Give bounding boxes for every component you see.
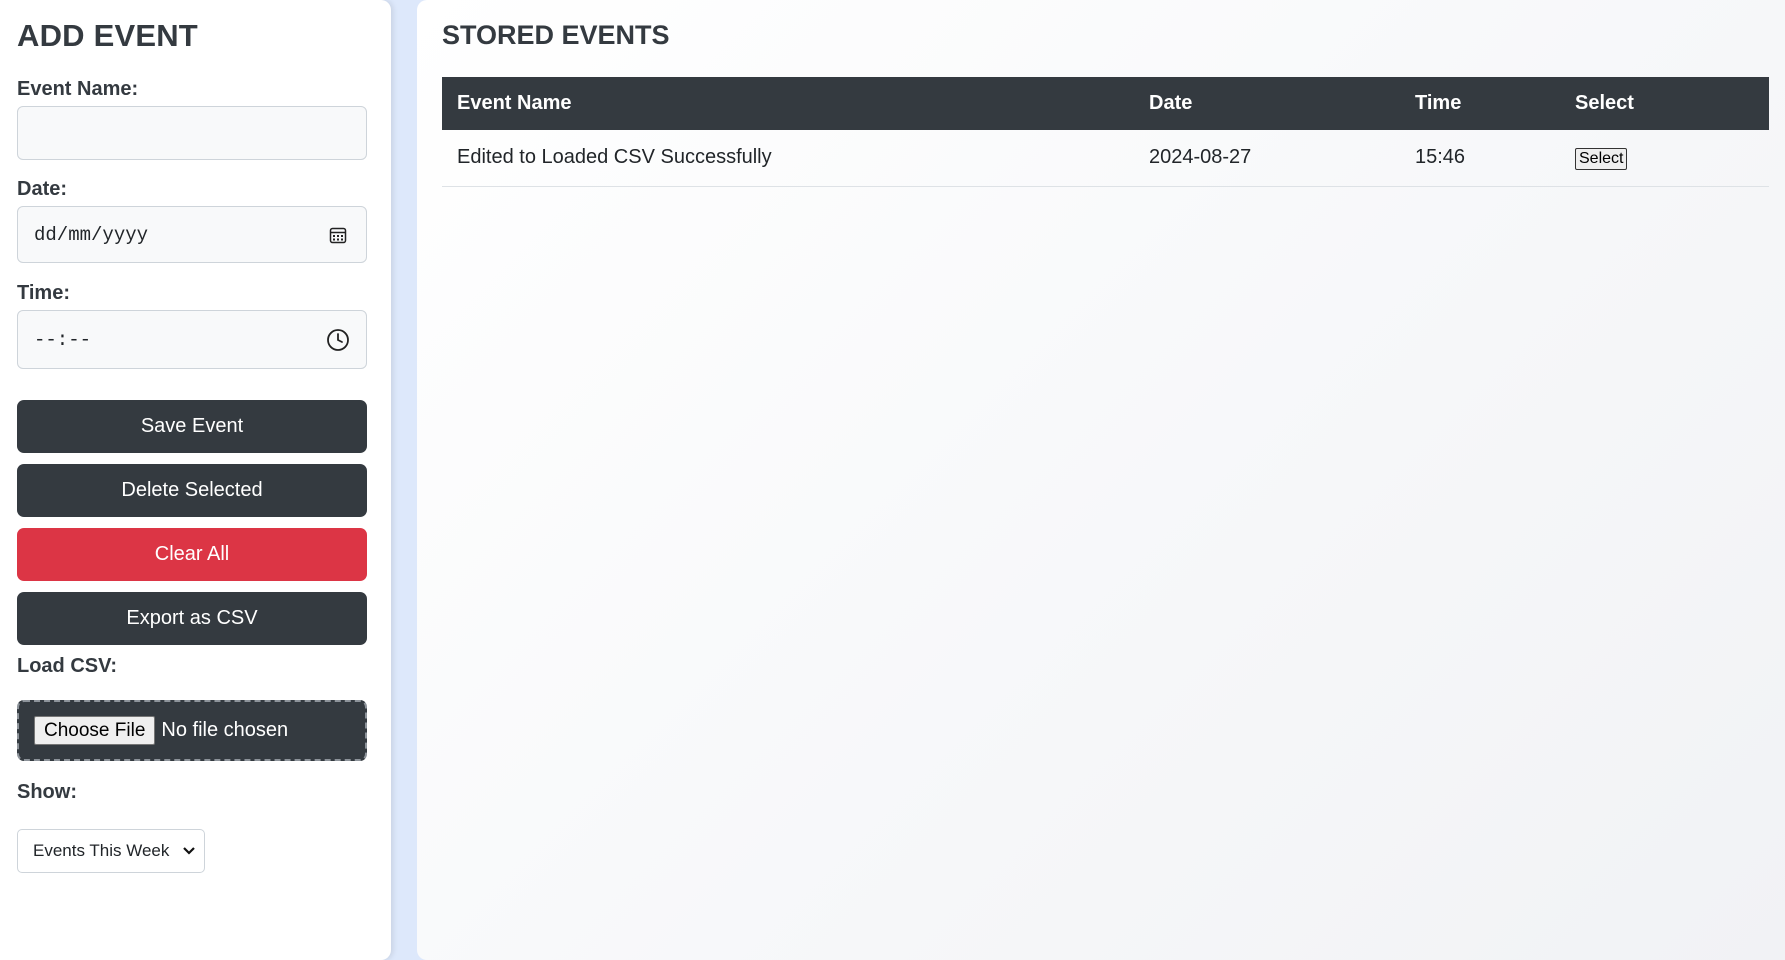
file-status-text: No file chosen: [161, 719, 289, 741]
clock-icon[interactable]: [326, 328, 350, 352]
date-placeholder: dd/mm/yyyy: [34, 223, 149, 246]
load-csv-dropzone[interactable]: Choose File No file chosen: [17, 700, 367, 761]
stored-events-panel: STORED EVENTS Event Name Date Time Selec…: [417, 0, 1785, 960]
show-label: Show:: [17, 781, 77, 803]
save-event-button[interactable]: Save Event: [17, 400, 367, 453]
column-header-select: Select: [1575, 92, 1634, 114]
chevron-down-icon: [182, 841, 196, 861]
cell-time: 15:46: [1400, 130, 1560, 187]
delete-selected-button[interactable]: Delete Selected: [17, 464, 367, 517]
app-root: ADD EVENT Event Name: Date: dd/mm/yyyy T…: [0, 0, 1785, 960]
stored-events-title: STORED EVENTS: [442, 20, 670, 50]
events-table: Event Name Date Time Select Edited to Lo…: [442, 77, 1769, 187]
load-csv-label: Load CSV:: [17, 655, 118, 677]
add-event-panel: ADD EVENT Event Name: Date: dd/mm/yyyy T…: [0, 0, 391, 960]
select-row-button[interactable]: Select: [1575, 147, 1628, 170]
column-header-event-name: Event Name: [457, 92, 572, 114]
column-header-time: Time: [1415, 92, 1462, 114]
time-input[interactable]: --:--: [17, 310, 367, 369]
export-csv-button[interactable]: Export as CSV: [17, 592, 367, 645]
column-header-date: Date: [1149, 92, 1193, 114]
time-label: Time:: [17, 282, 70, 304]
date-input[interactable]: dd/mm/yyyy: [17, 206, 367, 263]
table-header-row: Event Name Date Time Select: [442, 77, 1769, 130]
add-event-title: ADD EVENT: [17, 18, 198, 53]
show-filter-value: Events This Week: [33, 841, 170, 860]
event-name-input[interactable]: [17, 106, 367, 160]
time-placeholder: --:--: [34, 328, 92, 351]
clear-all-button[interactable]: Clear All: [17, 528, 367, 581]
cell-select: Select: [1560, 130, 1769, 187]
show-filter-select[interactable]: Events This Week: [17, 829, 205, 873]
cell-date: 2024-08-27: [1134, 130, 1400, 187]
cell-event-name: Edited to Loaded CSV Successfully: [442, 130, 1134, 187]
table-row: Edited to Loaded CSV Successfully 2024-0…: [442, 130, 1769, 187]
event-name-label: Event Name:: [17, 78, 139, 100]
choose-file-button[interactable]: Choose File: [34, 716, 156, 745]
date-label: Date:: [17, 178, 68, 200]
calendar-icon[interactable]: [326, 223, 350, 247]
